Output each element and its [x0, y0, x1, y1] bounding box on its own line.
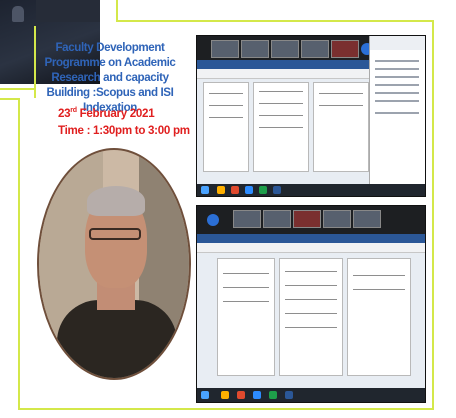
document-page: [313, 82, 369, 172]
frame-line-inner-horizontal: [0, 98, 20, 100]
participants-panel[interactable]: [369, 36, 425, 184]
document-page: [217, 258, 275, 376]
word-toolbar: [197, 69, 370, 79]
participant-thumb: [323, 210, 351, 228]
flyer-time: Time : 1:30pm to 3:00 pm: [58, 124, 190, 137]
meeting-screenshot-bottom: [196, 205, 426, 403]
document-page: [347, 258, 411, 376]
meeting-screenshot-top: [196, 35, 426, 197]
word-ribbon: [197, 234, 425, 243]
word-ribbon: [197, 60, 370, 69]
participant-thumb: [293, 210, 321, 228]
windows-start-icon[interactable]: [201, 391, 209, 399]
participant-thumb: [233, 210, 261, 228]
windows-start-icon[interactable]: [201, 186, 209, 194]
frame-line-bottom: [18, 408, 434, 410]
participant-thumb: [271, 40, 299, 58]
speaker-portrait: [37, 148, 191, 380]
frame-line-top: [116, 20, 434, 22]
frame-line-inner-vertical: [116, 0, 118, 22]
participant-thumb: [241, 40, 269, 58]
windows-taskbar: [197, 184, 425, 196]
frame-line-corner-horizontal: [0, 88, 36, 90]
word-toolbar: [197, 243, 425, 253]
participant-thumb: [331, 40, 359, 58]
document-page: [253, 82, 309, 172]
windows-taskbar: [197, 388, 425, 402]
document-page: [279, 258, 343, 376]
participant-thumb: [211, 40, 239, 58]
participant-thumb: [353, 210, 381, 228]
flyer-date: 23rd February 2021: [58, 107, 155, 120]
frame-line-right: [432, 20, 434, 410]
participant-thumb: [263, 210, 291, 228]
video-strip: [197, 206, 425, 234]
flyer-title: Faculty Development Programme on Academi…: [44, 41, 176, 114]
document-page: [203, 82, 249, 172]
participant-thumb: [301, 40, 329, 58]
frame-line-left: [18, 98, 20, 410]
gear-icon[interactable]: [207, 214, 219, 226]
